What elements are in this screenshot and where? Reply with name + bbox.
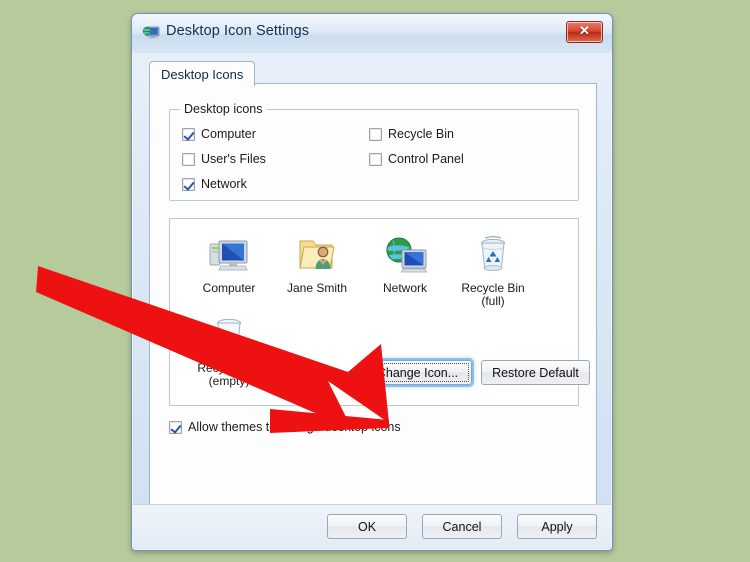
computer-icon (205, 231, 253, 279)
preview-label-network: Network (382, 281, 427, 295)
window-title: Desktop Icon Settings (166, 23, 310, 39)
checkbox-label-recycle-bin: Recycle Bin (388, 127, 454, 141)
ok-label: OK (357, 519, 377, 534)
title-bar[interactable]: Desktop Icon Settings ✕ (132, 14, 612, 53)
checkbox-label-allow-themes: Allow themes to change desktop icons (188, 420, 401, 434)
network-globe-icon (381, 231, 429, 279)
checkbox-users-files[interactable] (182, 152, 195, 166)
preview-icon-recycle-bin-full[interactable]: Recycle Bin (full) (447, 231, 539, 308)
monitor-globe-icon (142, 26, 160, 39)
apply-button[interactable]: Apply (517, 514, 597, 539)
recycle-bin-full-icon (469, 231, 517, 279)
checkbox-computer[interactable] (182, 127, 195, 141)
close-icon: ✕ (579, 23, 590, 38)
tab-panel: Desktop icons Computer User's Files Netw… (149, 83, 597, 506)
checkbox-network[interactable] (182, 177, 195, 191)
tab-desktop-icons[interactable]: Desktop Icons (149, 61, 256, 86)
preview-icon-user-files[interactable]: Jane Smith (271, 231, 363, 295)
preview-icon-computer[interactable]: Computer (183, 231, 275, 295)
close-button[interactable]: ✕ (566, 21, 603, 43)
change-icon-button[interactable]: Change Icon... (363, 360, 472, 385)
checkbox-label-network: Network (201, 177, 247, 191)
checkbox-row-allow-themes[interactable]: Allow themes to change desktop icons (169, 420, 401, 434)
group-legend: Desktop icons (180, 102, 267, 116)
change-icon-label: Change Icon... (376, 365, 459, 380)
checkbox-row-network[interactable]: Network (182, 177, 247, 191)
preview-sublabel-recycle-bin-empty: (empty) (208, 374, 250, 388)
cancel-button[interactable]: Cancel (422, 514, 502, 539)
desktop-icon-settings-dialog: Desktop Icon Settings ✕ Desktop Icons De… (131, 13, 613, 551)
tab-label: Desktop Icons (161, 66, 244, 82)
desktop-background: Desktop Icon Settings ✕ Desktop Icons De… (0, 0, 750, 562)
checkbox-allow-themes[interactable] (169, 420, 182, 434)
preview-sublabel-recycle-bin-full: (full) (481, 294, 505, 308)
apply-label: Apply (541, 519, 573, 534)
dialog-footer: OK Cancel Apply (133, 504, 611, 549)
checkbox-label-control-panel: Control Panel (388, 152, 464, 166)
checkbox-label-computer: Computer (201, 127, 256, 141)
preview-label-computer: Computer (202, 281, 256, 295)
checkbox-row-users-files[interactable]: User's Files (182, 152, 266, 166)
user-folder-icon (293, 231, 341, 279)
tab-strip: Desktop Icons (149, 61, 595, 86)
checkbox-row-recycle-bin[interactable]: Recycle Bin (369, 127, 454, 141)
checkbox-control-panel[interactable] (369, 152, 382, 166)
restore-default-label: Restore Default (492, 365, 579, 380)
recycle-bin-empty-icon (205, 311, 253, 359)
checkbox-row-computer[interactable]: Computer (182, 127, 256, 141)
checkbox-recycle-bin[interactable] (369, 127, 382, 141)
cancel-label: Cancel (442, 519, 482, 534)
desktop-icons-group: Desktop icons Computer User's Files Netw… (169, 102, 579, 201)
ok-button[interactable]: OK (327, 514, 407, 539)
restore-default-button[interactable]: Restore Default (481, 360, 590, 385)
checkbox-label-users-files: User's Files (201, 152, 266, 166)
preview-icon-recycle-bin-empty[interactable]: Recycle Bin (empty) (183, 311, 275, 388)
preview-label-user-files: Jane Smith (286, 281, 348, 295)
preview-icon-network[interactable]: Network (359, 231, 451, 295)
checkbox-row-control-panel[interactable]: Control Panel (369, 152, 464, 166)
